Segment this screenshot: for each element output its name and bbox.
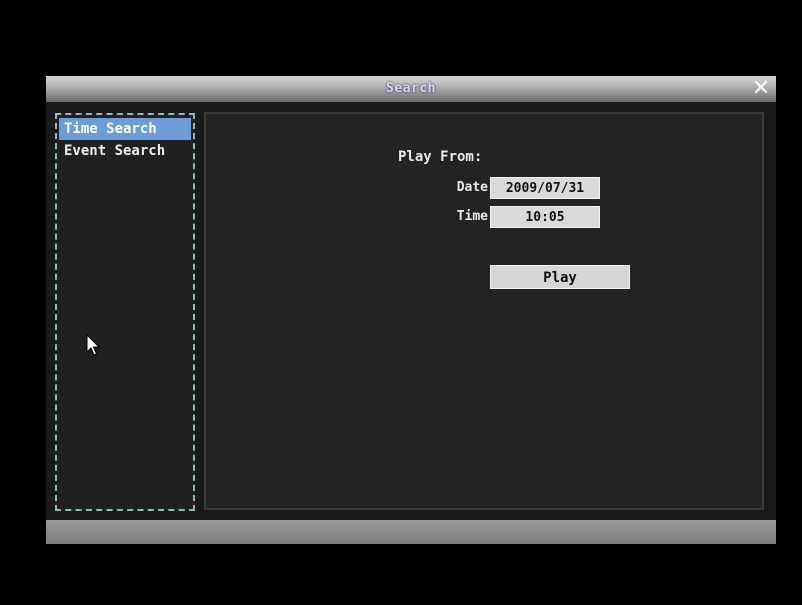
window-title: Search bbox=[386, 81, 436, 96]
title-bar: Search ✕ bbox=[46, 76, 776, 102]
play-button[interactable]: Play bbox=[490, 265, 630, 289]
date-field[interactable]: 2009/07/31 bbox=[490, 177, 600, 199]
close-icon[interactable]: ✕ bbox=[750, 78, 772, 100]
date-label: Date bbox=[456, 180, 488, 195]
sidebar-item-event-search[interactable]: Event Search bbox=[59, 140, 191, 162]
search-window: Search ✕ Time Search Event Search Play F… bbox=[46, 76, 776, 544]
sidebar-item-time-search[interactable]: Time Search bbox=[59, 118, 191, 140]
play-from-label: Play From: bbox=[398, 149, 483, 165]
time-field[interactable]: 10:05 bbox=[490, 206, 600, 228]
mouse-cursor-icon bbox=[86, 334, 101, 356]
time-label: Time bbox=[456, 209, 488, 224]
search-mode-list: Time Search Event Search bbox=[55, 113, 195, 511]
status-bar bbox=[46, 520, 776, 544]
time-search-panel: Play From: Date 2009/07/31 Time 10:05 Pl… bbox=[204, 112, 764, 510]
